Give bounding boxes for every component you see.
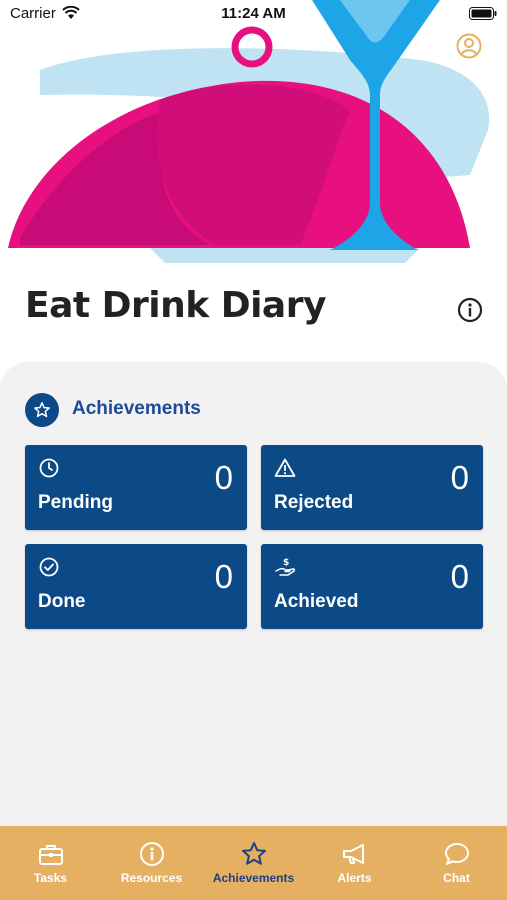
done-card[interactable]: 0 Done xyxy=(25,544,247,629)
status-time: 11:24 AM xyxy=(221,5,286,22)
page-title: Eat Drink Diary xyxy=(25,285,326,326)
tab-achievements[interactable]: Achievements xyxy=(203,826,304,900)
hero-illustration xyxy=(8,0,490,263)
tab-resources[interactable]: Resources xyxy=(101,826,202,900)
clock-icon xyxy=(39,458,59,478)
status-bar: Carrier 11:24 AM xyxy=(0,0,507,28)
info-icon[interactable] xyxy=(457,297,483,323)
tab-label: Chat xyxy=(443,871,470,885)
tab-label: Alerts xyxy=(337,871,372,885)
tab-chat[interactable]: Chat xyxy=(406,826,507,900)
star-icon xyxy=(242,842,266,865)
profile-icon[interactable] xyxy=(456,33,482,59)
info-icon xyxy=(140,842,164,866)
achieved-count: 0 xyxy=(450,558,469,595)
megaphone-icon xyxy=(343,844,364,864)
warning-icon xyxy=(274,458,296,477)
tab-label: Tasks xyxy=(33,871,68,885)
tab-bar: Tasks Resources Achievements Alerts Chat xyxy=(0,826,507,900)
tab-alerts[interactable]: Alerts xyxy=(304,826,405,900)
achieved-label: Achieved xyxy=(274,591,359,612)
chat-bubble-icon xyxy=(445,843,469,865)
done-count: 0 xyxy=(214,558,233,595)
pending-label: Pending xyxy=(38,492,113,513)
rejected-card[interactable]: 0 Rejected xyxy=(261,445,483,530)
pending-card[interactable]: 0 Pending xyxy=(25,445,247,530)
achieved-card[interactable]: $ 0 Achieved xyxy=(261,544,483,629)
done-label: Done xyxy=(38,591,86,612)
check-circle-icon xyxy=(39,557,59,577)
hand-dollar-icon: $ xyxy=(275,558,296,576)
briefcase-icon xyxy=(39,845,63,865)
tab-tasks[interactable]: Tasks xyxy=(0,826,101,900)
svg-text:$: $ xyxy=(283,558,289,568)
pending-count: 0 xyxy=(214,459,233,496)
tab-label: Resources xyxy=(120,871,183,885)
section-title: Achievements xyxy=(72,398,201,419)
star-icon xyxy=(25,393,59,427)
tab-label: Achievements xyxy=(212,871,295,885)
battery-icon xyxy=(469,7,497,20)
rejected-label: Rejected xyxy=(274,492,354,513)
rejected-count: 0 xyxy=(450,459,469,496)
